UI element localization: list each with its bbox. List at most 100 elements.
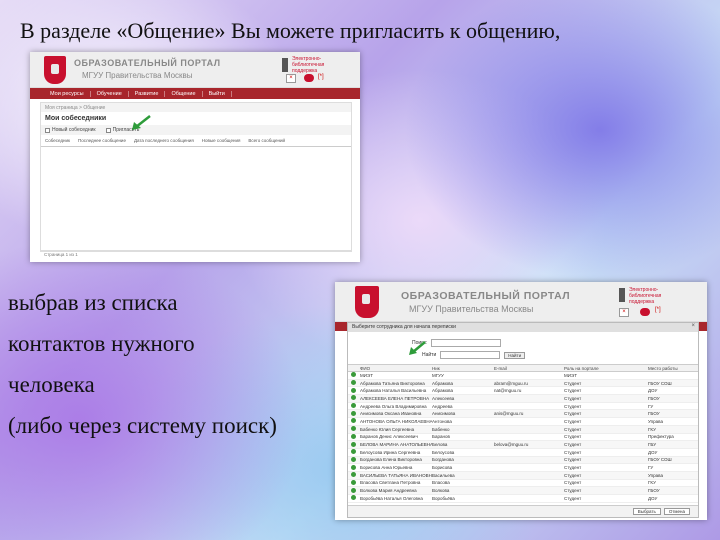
table-row[interactable]: Богданова Елена Викторовна Богданова Студе… (348, 456, 698, 465)
col-total-messages[interactable]: Всего сообщений (248, 138, 285, 143)
table-row[interactable]: Абрамова Наталья Васильевна Абрамова nat@m… (348, 387, 698, 396)
cell-role: Студент (564, 442, 582, 448)
caption-line-1: выбрав из списка (8, 290, 178, 315)
cell-nick: Богданова (432, 457, 454, 463)
dialog-title-bar: Выберите сотрудника для начала переписки… (348, 323, 698, 332)
page-title: Мои собеседники (45, 115, 107, 122)
col-fio[interactable]: ФИО (360, 366, 432, 371)
nav-item-learning[interactable]: Обучение (91, 90, 129, 97)
cell-fio: Абрамова Татьяна Викторовна (360, 380, 425, 386)
cell-workplace: ДОУ (648, 449, 658, 455)
search-row: Поиск: (348, 336, 698, 350)
cell-role: МИЭТ (564, 372, 577, 378)
select-button[interactable]: Выбрать (632, 508, 661, 515)
person-icon (351, 372, 356, 378)
caption-line-4: (либо через систему поиск) (8, 413, 277, 438)
messages-icon[interactable] (304, 74, 314, 82)
table-row[interactable]: Абрамова Татьяна Викторовна Абрамова abram… (348, 379, 698, 388)
cell-fio: БЕЛОВА МАРИНА АНАТОЛЬЕВНА (360, 442, 432, 448)
cell-fio: Борисова Анна Юрьевна (360, 465, 413, 471)
table-row[interactable]: ВАСИЛЬЕВА ТАТЬЯНА ИВАНОВНА Васильева Студе… (348, 471, 698, 480)
cell-nick: Абрамова (432, 388, 454, 394)
cell-role: Студент (564, 411, 582, 417)
table-row[interactable]: Волкова Мария Андреевна Волкова Студент ГБО… (348, 487, 698, 495)
cell-fio: МИЭТ (360, 372, 373, 378)
library-link[interactable]: Электронно-библиотечная поддержка (292, 56, 344, 74)
cancel-button[interactable]: Отмена (663, 508, 690, 515)
library-link[interactable]: Электронно-библиотечная поддержка (629, 287, 681, 305)
cell-nick: Волкова (432, 488, 450, 494)
message-count: [*] (318, 74, 324, 80)
table-row[interactable]: Борисова Анна Юрьевна Борисова Студент ГУ (348, 464, 698, 472)
person-icon (351, 464, 356, 470)
cell-nick: Андреева (432, 403, 453, 409)
cell-fio: АНТОНОВА ОЛЬГА НИКОЛАЕВНА (360, 418, 432, 424)
col-workplace[interactable]: Место работы (648, 366, 698, 371)
cell-role: Студент (564, 465, 582, 471)
person-icon (351, 495, 356, 501)
cell-role: Студент (564, 395, 582, 401)
cell-nick: Бабенко (432, 426, 450, 432)
person-icon (351, 395, 356, 401)
cell-nick: Васильева (432, 472, 455, 478)
green-arrow-icon (409, 341, 426, 355)
cell-role: Студент (564, 495, 582, 501)
col-role[interactable]: Роль на портале (564, 366, 648, 371)
table-row[interactable]: Андреева Ольга Владимировна Андреева Студе… (348, 403, 698, 411)
cell-nick: Абрамова (432, 380, 454, 386)
search-input[interactable] (431, 339, 502, 347)
close-icon[interactable]: × (691, 323, 695, 329)
dialog-footer: Выбрать Отмена (348, 505, 698, 517)
cell-workplace: Управа (648, 472, 663, 478)
col-new-messages[interactable]: Новые сообщения (202, 138, 241, 143)
table-row[interactable]: АЛЕКСЕЕВА ЕЛЕНА ПЕТРОВНА Алексеева Студент… (348, 395, 698, 403)
search-button[interactable]: Найти (504, 351, 526, 359)
person-icon (351, 403, 356, 409)
cell-nick: Анисимова (432, 411, 456, 417)
nav-item-communication[interactable]: Общение (165, 90, 203, 97)
person-icon (351, 441, 356, 447)
portal-header: ОБРАЗОВАТЕЛЬНЫЙ ПОРТАЛ МГУУ Правительств… (335, 282, 707, 322)
cell-role: Студент (564, 418, 582, 424)
cell-fio: Баранов Денис Алексеевич (360, 434, 418, 440)
exit-icon[interactable]: × (619, 308, 629, 317)
cell-workplace: ГБОУ СОШ (648, 380, 672, 386)
person-icon (351, 426, 356, 432)
exit-icon[interactable]: × (286, 74, 296, 83)
nav-item-resources[interactable]: Мои ресурсы (44, 90, 91, 97)
cell-email: abram@mguu.ru (494, 380, 528, 386)
main-nav: Мои ресурсы Обучение Развитие Общение Вы… (30, 88, 360, 99)
dialog-title: Выберите сотрудника для начала переписки (352, 324, 456, 330)
message-count: [*] (655, 307, 661, 313)
table-row[interactable]: Воробьёва Наталья Олеговна Воробьёва Студе… (348, 495, 698, 503)
col-email[interactable]: E-mail (494, 366, 564, 371)
table-row[interactable]: Власова Светлана Петровна Власова Студент Г… (348, 479, 698, 488)
nav-item-development[interactable]: Развитие (129, 90, 166, 97)
table-row[interactable]: Бабенко Юлия Сергеевна Бабенко Студент ГКУ (348, 425, 698, 434)
find-input[interactable] (440, 351, 501, 359)
cell-workplace: ГУ (648, 403, 654, 409)
person-icon (351, 472, 356, 478)
breadcrumb[interactable]: Моя страница > Общение (41, 103, 351, 112)
col-nick[interactable]: Ник (432, 366, 494, 371)
col-contact[interactable]: Собеседник (45, 138, 70, 143)
nav-item-exit[interactable]: Выйти (203, 90, 232, 97)
cell-fio: ВАСИЛЬЕВА ТАТЬЯНА ИВАНОВНА (360, 472, 432, 478)
cell-nick: Борисова (432, 465, 453, 471)
table-row[interactable]: Анисимова Оксана Ивановна Анисимова anis@m… (348, 410, 698, 419)
new-contact-button[interactable]: Новый собеседник (45, 127, 96, 133)
table-row[interactable]: Белоусова Ирина Сергеевна Белоусова Студен… (348, 449, 698, 457)
portal-title: ОБРАЗОВАТЕЛЬНЫЙ ПОРТАЛ (401, 290, 571, 302)
table-row[interactable]: БЕЛОВА МАРИНА АНАТОЛЬЕВНА Белова belova@mg… (348, 441, 698, 449)
messages-icon[interactable] (640, 308, 650, 316)
table-row[interactable]: МИЭТ МГУУ МИЭТ (348, 372, 698, 380)
col-last-date[interactable]: Дата последнего сообщения (134, 138, 194, 143)
cell-role: Студент (564, 388, 582, 394)
cell-email: anis@mguu.ru (494, 411, 524, 417)
cell-nick: Баранов (432, 434, 450, 440)
table-row[interactable]: АНТОНОВА ОЛЬГА НИКОЛАЕВНА Антонова Студент… (348, 418, 698, 426)
table-row[interactable]: Баранов Денис Алексеевич Баранов Студент Пр… (348, 433, 698, 442)
col-last-message[interactable]: Последнее сообщение (78, 138, 126, 143)
invite-icon (105, 127, 111, 133)
person-icon (351, 387, 356, 393)
